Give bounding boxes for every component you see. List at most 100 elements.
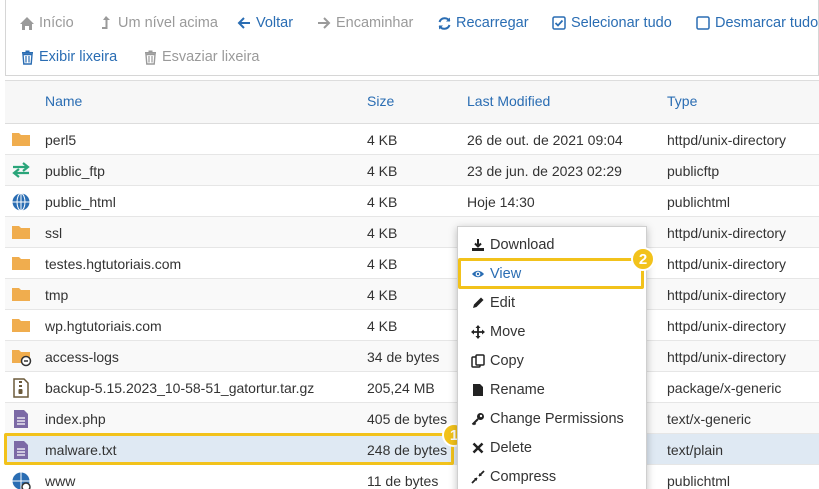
menu-item-edit[interactable]: Edit (471, 295, 515, 311)
file-name: testes.hgtutoriais.com (45, 256, 182, 272)
file-size: 4 KB (367, 287, 398, 303)
home-button[interactable]: Início (19, 15, 74, 31)
table-row[interactable]: backup-5.15.2023_10-58-51_gatortur.tar.g… (5, 372, 819, 403)
home-label: Início (39, 15, 74, 31)
file-modified: 23 de jun. de 2023 02:29 (467, 163, 622, 179)
table-row[interactable]: ssl 4 KB httpd/unix-directory (5, 217, 819, 248)
table-row[interactable]: perl5 4 KB 26 de out. de 2021 09:04 http… (5, 124, 819, 155)
copy-icon (471, 354, 485, 368)
file-name: public_html (45, 194, 116, 210)
file-size: 4 KB (367, 256, 398, 272)
file-size: 4 KB (367, 163, 398, 179)
menu-item-rename[interactable]: Rename (471, 382, 545, 398)
home-icon (19, 15, 35, 31)
file-size: 4 KB (367, 194, 398, 210)
view-trash-button[interactable]: Exibir lixeira (19, 49, 117, 65)
file-type: package/x-generic (667, 380, 782, 396)
up-one-level-label: Um nível acima (118, 15, 218, 31)
file-type: httpd/unix-directory (667, 318, 787, 334)
file-size: 4 KB (367, 132, 398, 148)
file-name: perl5 (45, 132, 77, 148)
select-all-button[interactable]: Selecionar tudo (551, 15, 672, 31)
file-type: publichtml (667, 194, 731, 210)
file-size: 205,24 MB (367, 380, 435, 396)
checkbox-empty-icon (695, 15, 711, 31)
refresh-icon (436, 15, 452, 31)
unselect-all-button[interactable]: Desmarcar tudo (695, 15, 818, 31)
table-row[interactable]: wp.hgtutoriais.com 4 KB httpd/unix-direc… (5, 310, 819, 341)
level-up-icon (98, 15, 114, 31)
up-one-level-button[interactable]: Um nível acima (98, 15, 218, 31)
table-row[interactable]: tmp 4 KB httpd/unix-directory (5, 279, 819, 310)
menu-item-view[interactable]: View (471, 266, 521, 282)
checkbox-checked-icon (551, 15, 567, 31)
globe-link-icon (11, 471, 31, 489)
file-type: text/x-generic (667, 411, 752, 427)
menu-item-label: Copy (490, 353, 524, 369)
compress-icon (471, 470, 485, 484)
file-type: httpd/unix-directory (667, 132, 787, 148)
file-icon (11, 409, 31, 428)
column-header-name[interactable]: Name (45, 93, 82, 109)
table-row[interactable]: www 11 de bytes publichtml (5, 465, 819, 489)
file-type: publichtml (667, 473, 731, 489)
column-header-size[interactable]: Size (367, 93, 394, 109)
table-header: Name Size Last Modified Type (5, 80, 819, 124)
folder-icon (11, 223, 31, 241)
file-type: httpd/unix-directory (667, 256, 787, 272)
menu-item-move[interactable]: Move (471, 324, 525, 340)
back-button[interactable]: Voltar (236, 15, 293, 31)
menu-item-download[interactable]: Download (471, 237, 555, 253)
file-type: publicftp (667, 163, 720, 179)
menu-item-label: Delete (490, 440, 532, 456)
column-header-type[interactable]: Type (667, 93, 697, 109)
forward-label: Encaminhar (336, 15, 414, 31)
folder-icon (11, 285, 31, 303)
file-name: public_ftp (45, 163, 105, 179)
file-name: ssl (45, 225, 63, 241)
archive-icon (11, 378, 31, 398)
file-name: tmp (45, 287, 69, 303)
menu-item-copy[interactable]: Copy (471, 353, 524, 369)
table-row[interactable]: public_ftp 4 KB 23 de jun. de 2023 02:29… (5, 155, 819, 186)
file-icon (11, 440, 31, 459)
eye-icon (471, 267, 485, 281)
folder-link-icon (11, 347, 32, 367)
menu-item-change-permissions[interactable]: Change Permissions (471, 411, 624, 427)
forward-button[interactable]: Encaminhar (316, 15, 413, 31)
menu-item-compress[interactable]: Compress (471, 469, 556, 485)
empty-trash-button[interactable]: Esvaziar lixeira (142, 49, 260, 65)
table-row[interactable]: index.php 405 de bytes text/x-generic (5, 403, 819, 434)
file-table: Name Size Last Modified Type perl5 4 KB … (5, 80, 819, 489)
menu-item-label: Edit (490, 295, 515, 311)
select-all-label: Selecionar tudo (571, 15, 672, 31)
file-name: wp.hgtutoriais.com (45, 318, 162, 334)
globe-icon (11, 192, 31, 211)
table-row[interactable]: public_html 4 KB Hoje 14:30 publichtml (5, 186, 819, 217)
table-row[interactable]: testes.hgtutoriais.com 4 KB httpd/unix-d… (5, 248, 819, 279)
folder-icon (11, 254, 31, 272)
reload-button[interactable]: Recarregar (436, 15, 529, 31)
file-type: text/plain (667, 442, 724, 458)
file-size: 248 de bytes (367, 442, 448, 458)
file-size: 4 KB (367, 318, 398, 334)
view-trash-label: Exibir lixeira (39, 49, 118, 65)
arrow-right-icon (316, 15, 332, 31)
table-row-selected[interactable]: malware.txt 248 de bytes text/plain (5, 434, 819, 465)
column-header-last-modified[interactable]: Last Modified (467, 93, 550, 109)
menu-item-delete[interactable]: Delete (471, 440, 532, 456)
file-name: access-logs (45, 349, 119, 365)
trash-icon (19, 49, 35, 65)
context-menu: Download View Edit Move Copy Rename Chan… (457, 226, 647, 489)
file-modified: Hoje 14:30 (467, 194, 535, 210)
rename-icon (471, 383, 485, 397)
menu-item-label: Rename (490, 382, 545, 398)
file-size: 405 de bytes (367, 411, 448, 427)
file-type: httpd/unix-directory (667, 287, 787, 303)
reload-label: Recarregar (456, 15, 529, 31)
file-type: httpd/unix-directory (667, 349, 787, 365)
table-row[interactable]: access-logs 34 de bytes httpd/unix-direc… (5, 341, 819, 372)
menu-item-label: Move (490, 324, 526, 340)
arrow-left-icon (236, 15, 252, 31)
move-icon (471, 325, 485, 339)
